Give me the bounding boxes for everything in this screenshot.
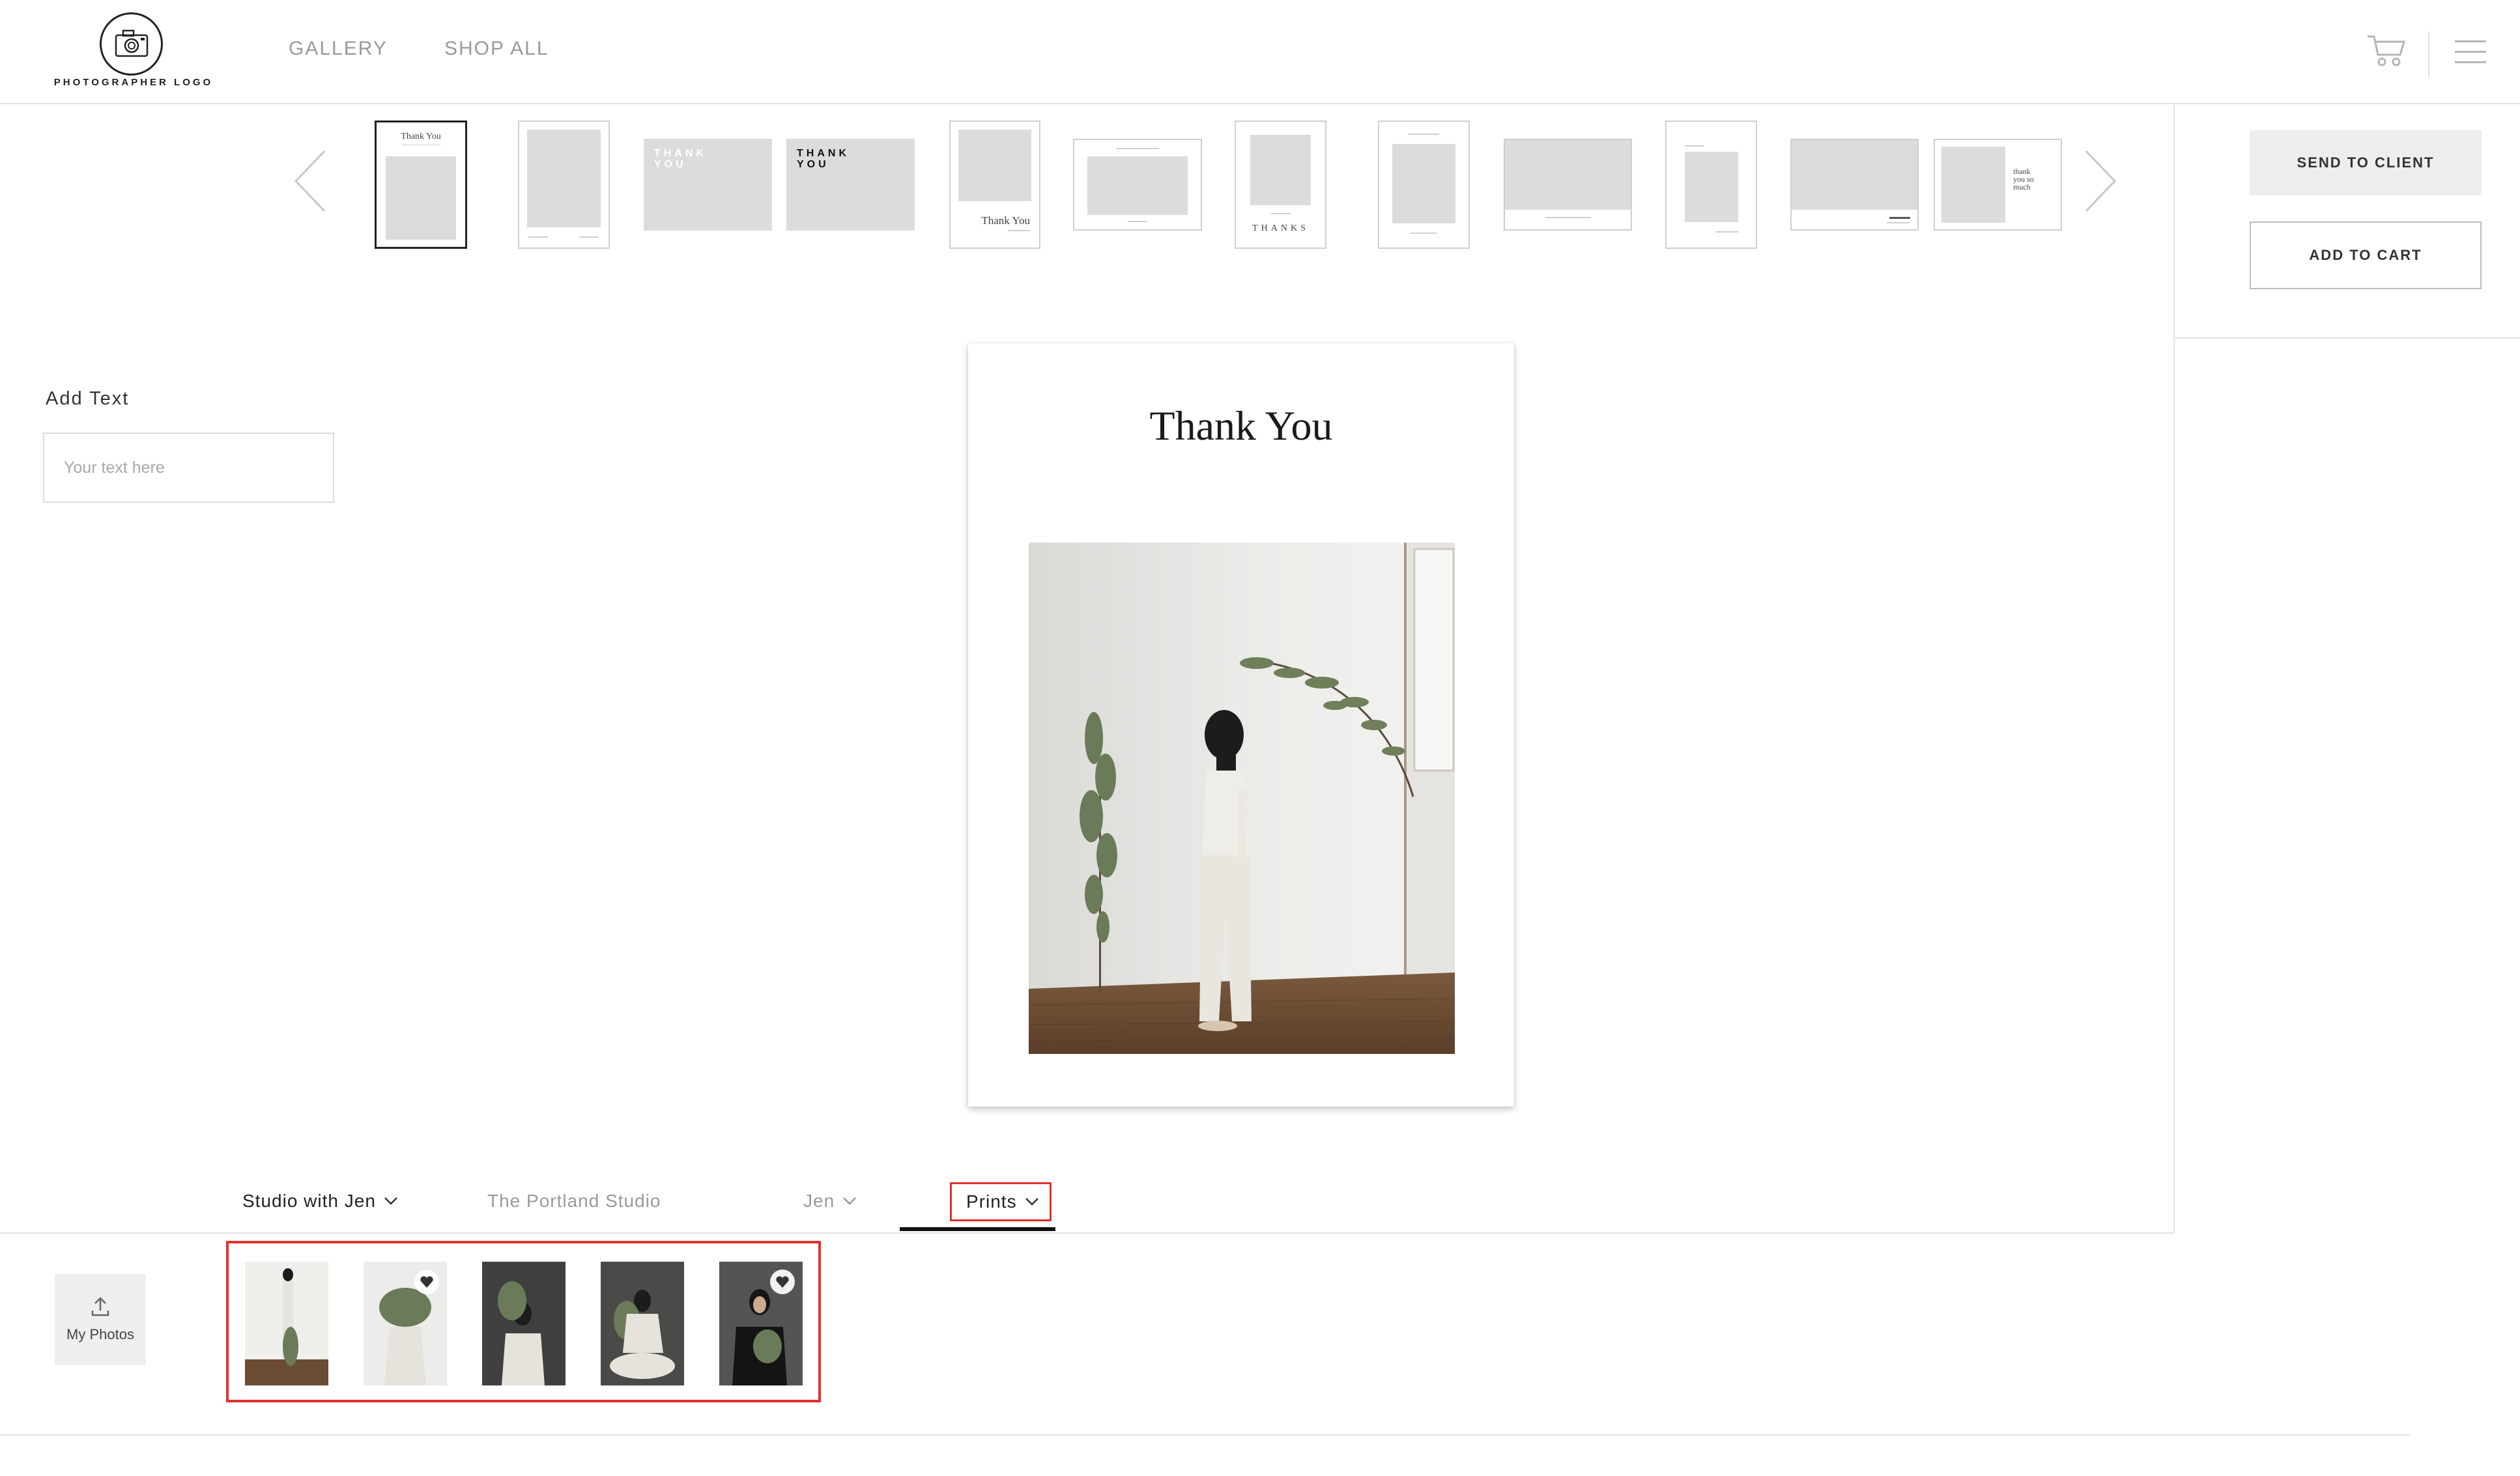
template-thumb[interactable]: THANK YOU xyxy=(786,139,915,231)
template-title: THANK YOU xyxy=(797,148,850,170)
add-text-label: Add Text xyxy=(46,388,130,409)
template-photo-placeholder xyxy=(1505,140,1631,210)
chevron-down-icon xyxy=(1025,1198,1038,1206)
chevron-left-icon[interactable] xyxy=(293,149,327,214)
template-thumb[interactable] xyxy=(1790,139,1919,231)
active-tab-underline xyxy=(900,1227,1055,1231)
template-title: THANKS xyxy=(1252,223,1309,233)
template-title: thank you so much xyxy=(2013,167,2034,192)
template-thumb[interactable]: Thank You xyxy=(949,121,1040,249)
template-subline xyxy=(1128,221,1147,222)
photo-thumb[interactable] xyxy=(245,1262,328,1385)
template-photo-placeholder xyxy=(1941,147,2005,223)
template-title: THANK YOU xyxy=(654,148,707,170)
tab-label: Jen xyxy=(803,1191,835,1211)
header-divider xyxy=(2428,31,2429,78)
template-subline xyxy=(1887,222,1910,223)
template-thumb[interactable] xyxy=(518,121,610,249)
my-photos-button[interactable]: My Photos xyxy=(55,1274,146,1365)
menu-icon[interactable] xyxy=(2455,40,2486,64)
template-title: Thank You xyxy=(981,214,1030,227)
chevron-down-icon xyxy=(384,1197,397,1205)
template-thumb[interactable] xyxy=(1504,139,1632,231)
template-subline xyxy=(1271,213,1291,214)
template-photo-placeholder xyxy=(1250,135,1311,205)
footer-border xyxy=(0,1434,2411,1436)
template-subline xyxy=(1685,145,1704,147)
template-photo-placeholder xyxy=(958,130,1031,201)
template-photo-placeholder xyxy=(386,156,456,240)
favorite-heart-icon[interactable] xyxy=(770,1270,795,1294)
right-panel-rule xyxy=(2175,337,2520,339)
template-photo-placeholder xyxy=(1087,156,1188,215)
template-subline xyxy=(1008,230,1030,231)
nav-shop-all[interactable]: SHOP ALL xyxy=(444,38,549,60)
tabs-border xyxy=(0,1232,2173,1234)
template-subline xyxy=(1408,134,1439,135)
template-subline xyxy=(1716,231,1738,233)
card-preview: Thank You xyxy=(968,343,1514,1107)
tab-the-portland-studio[interactable]: The Portland Studio xyxy=(487,1191,661,1212)
template-photo-placeholder xyxy=(1392,144,1455,223)
template-thumb[interactable]: THANK YOU xyxy=(644,139,772,231)
template-thumb[interactable] xyxy=(1073,139,1202,231)
template-thumb[interactable]: Thank You xyxy=(375,121,467,249)
template-title: Thank You xyxy=(401,132,441,141)
card-photo[interactable] xyxy=(1029,543,1455,1054)
template-subline xyxy=(1410,233,1437,234)
card-title: Thank You xyxy=(1149,403,1333,449)
template-photo-placeholder xyxy=(527,130,601,227)
nav-gallery[interactable]: GALLERY xyxy=(289,38,388,60)
template-photo-placeholder xyxy=(1792,140,1917,210)
template-photo-placeholder xyxy=(1685,152,1738,222)
tab-label: Prints xyxy=(966,1191,1017,1212)
chevron-right-icon[interactable] xyxy=(2083,149,2117,214)
template-thumb[interactable] xyxy=(1665,121,1757,249)
tab-studio-with-jen[interactable]: Studio with Jen xyxy=(242,1191,398,1212)
favorite-heart-icon[interactable] xyxy=(414,1270,439,1294)
upload-icon xyxy=(91,1297,109,1316)
tab-label: Studio with Jen xyxy=(242,1191,376,1211)
tab-jen[interactable]: Jen xyxy=(803,1191,857,1212)
template-thumb[interactable]: thank you so much xyxy=(1934,139,2062,231)
add-text-input[interactable]: Your text here xyxy=(43,433,334,503)
tab-label: The Portland Studio xyxy=(487,1191,661,1211)
template-subline xyxy=(1116,148,1159,149)
template-thumb[interactable]: THANKS xyxy=(1235,121,1326,249)
photo-thumb[interactable] xyxy=(601,1262,684,1385)
send-to-client-button[interactable]: SEND TO CLIENT xyxy=(2250,130,2482,195)
template-subline xyxy=(1889,217,1910,219)
template-thumb[interactable] xyxy=(1378,121,1470,249)
photo-thumb[interactable] xyxy=(364,1262,447,1385)
header-border xyxy=(0,103,2520,104)
logo-text: PHOTOGRAPHER LOGO xyxy=(53,77,214,88)
camera-logo-icon xyxy=(100,12,163,76)
cart-icon[interactable] xyxy=(2366,33,2407,69)
tab-prints[interactable]: Prints xyxy=(950,1182,1052,1221)
photo-thumb[interactable] xyxy=(482,1262,566,1385)
chevron-down-icon xyxy=(843,1197,857,1205)
my-photos-label: My Photos xyxy=(66,1326,134,1342)
photo-thumb[interactable] xyxy=(719,1262,803,1385)
template-subline xyxy=(1545,217,1591,218)
template-subline xyxy=(579,236,599,238)
template-subline xyxy=(528,236,548,238)
add-to-cart-button[interactable]: ADD TO CART xyxy=(2250,221,2482,289)
right-panel-divider xyxy=(2173,104,2175,1233)
